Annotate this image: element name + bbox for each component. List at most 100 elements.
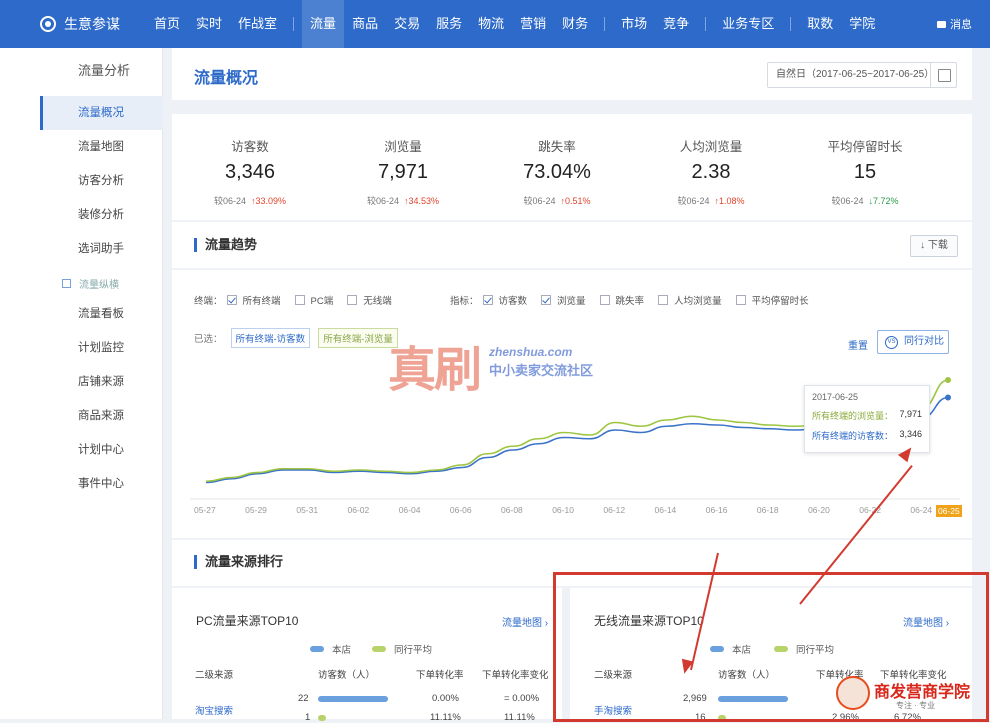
sidebar-item-plan-monitor[interactable]: 计划监控 (40, 331, 163, 365)
kpi-change: 34.53% (408, 196, 440, 206)
checkbox-checked-icon[interactable] (482, 295, 493, 305)
checkbox-icon[interactable] (347, 295, 358, 305)
nav-divider (705, 17, 707, 31)
kpi-compare: 较06-24 ↑0.51% (487, 194, 627, 207)
nav-item-home[interactable]: 首页 (146, 0, 188, 48)
message-button[interactable]: 消息 (937, 16, 972, 32)
x-tick-label: 05-31 (296, 505, 319, 515)
sidebar-item-keyword-helper[interactable]: 选词助手 (40, 232, 163, 266)
sources-section-title: 流量来源排行 (194, 555, 283, 569)
nav-item-data[interactable]: 取数 (799, 0, 841, 48)
checkbox-icon[interactable] (658, 295, 669, 305)
checkbox-checked-icon[interactable] (226, 295, 237, 305)
app-logo[interactable]: 生意参谋 (40, 14, 120, 34)
sidebar-item-plan-center[interactable]: 计划中心 (40, 433, 163, 467)
x-tick-label: 06-24 (910, 505, 933, 515)
nav-item-traffic[interactable]: 流量 (302, 0, 345, 48)
sidebar-group-label: 流量纵横 (79, 280, 119, 291)
x-tick-label: 06-08 (501, 505, 523, 515)
kpi-label: 平均停留时长 (827, 140, 903, 154)
calendar-icon[interactable] (930, 63, 956, 87)
metric-option-avg-pageviews[interactable]: 人均浏览量 (658, 293, 722, 307)
sidebar-item-event-center[interactable]: 事件中心 (40, 467, 163, 501)
pc-legend-own: 本店 (310, 642, 351, 656)
x-tick-label: 06-20 (808, 505, 830, 515)
metric-option-bounce[interactable]: 跳失率 (599, 293, 644, 307)
pc-row-rate: 0.00% (432, 693, 459, 704)
watermark-logo: 真刷 (388, 342, 482, 398)
metric-option-pageviews[interactable]: 浏览量 (541, 293, 586, 307)
sidebar-item-visitor-analysis[interactable]: 访客分析 (40, 164, 163, 198)
series-point-1[interactable] (945, 377, 951, 383)
sidebar: 流量分析 流量概况 流量地图 访客分析 装修分析 选词助手 流量纵横 流量看板 … (0, 48, 163, 719)
kpi-pageviews: 浏览量 7,971 较06-24 ↑34.53% (333, 136, 473, 207)
nav-item-realtime[interactable]: 实时 (188, 0, 230, 48)
metric-option-avg-duration[interactable]: 平均停留时长 (735, 293, 809, 307)
kpi-compare: 较06-24 ↑1.08% (641, 194, 781, 207)
download-label: 下载 (927, 240, 948, 251)
x-tick-label: 06-16 (705, 505, 728, 515)
nav-item-trade[interactable]: 交易 (386, 0, 428, 48)
sidebar-item-overview[interactable]: 流量概况 (40, 96, 163, 130)
pc-row-visitors: 22 (298, 693, 309, 704)
checkbox-checked-icon[interactable] (541, 295, 552, 305)
message-icon (937, 20, 946, 28)
nav-item-service[interactable]: 服务 (428, 0, 470, 48)
terminal-option-pc[interactable]: PC端 (294, 293, 334, 307)
tooltip-row-visitors: 所有终端的访客数： 3,346 (812, 429, 922, 442)
option-label: 所有终端 (242, 296, 281, 307)
option-label: PC端 (310, 296, 334, 307)
kpi-value: 15 (853, 161, 877, 183)
terminal-filter: 终端： 所有终端 PC端 无线端 (194, 293, 406, 307)
terminal-option-all[interactable]: 所有终端 (226, 293, 281, 307)
compass-icon (40, 16, 56, 32)
nav-item-marketing[interactable]: 营销 (512, 0, 554, 48)
nav-item-academy[interactable]: 学院 (841, 0, 883, 48)
nav-item-warroom[interactable]: 作战室 (230, 0, 285, 48)
selected-tag-visitors[interactable]: 所有终端-访客数 (230, 328, 311, 348)
checkbox-icon[interactable] (599, 295, 610, 305)
top-nav: 生意参谋 首页 实时 作战室 流量 商品 交易 服务 物流 营销 财务 市场 竞… (0, 0, 990, 48)
x-tick-label: 05-27 (194, 505, 216, 515)
sidebar-item-decoration-analysis[interactable]: 装修分析 (40, 198, 163, 232)
nav-item-logistics[interactable]: 物流 (470, 0, 512, 48)
checkbox-icon[interactable] (735, 295, 746, 305)
download-button[interactable]: ↓ 下载 (910, 235, 958, 257)
metric-option-visitors[interactable]: 访客数 (482, 293, 527, 307)
option-label: 人均浏览量 (674, 296, 722, 307)
date-range-picker[interactable]: 自然日（2017-06-25~2017-06-25） (767, 62, 957, 88)
kpi-bounce-rate: 跳失率 73.04% 较06-24 ↑0.51% (487, 136, 627, 207)
peer-compare-button[interactable]: VS 同行对比 (877, 330, 949, 354)
nav-divider (790, 17, 792, 31)
reset-link[interactable]: 重置 (848, 337, 868, 352)
badge-subtitle: 专注 · 专业 (896, 701, 936, 710)
checkbox-icon[interactable] (294, 295, 305, 305)
nav-item-finance[interactable]: 财务 (554, 0, 596, 48)
sidebar-item-shop-source[interactable]: 店铺来源 (40, 365, 163, 399)
trend-section-title: 流量趋势 (194, 238, 257, 252)
tooltip-row-pageviews: 所有终端的浏览量： 7,971 (812, 409, 922, 422)
date-range-text: 自然日（2017-06-25~2017-06-25） (776, 69, 935, 80)
nav-item-market[interactable]: 市场 (613, 0, 655, 48)
option-label: 无线端 (363, 296, 392, 307)
link-label: 流量地图 (502, 618, 542, 629)
terminal-option-mobile[interactable]: 无线端 (347, 293, 392, 307)
pc-traffic-map-link[interactable]: 流量地图 › (502, 614, 548, 629)
sidebar-item-product-source[interactable]: 商品来源 (40, 399, 163, 433)
legend-swatch (310, 646, 324, 652)
vs-icon: VS (885, 336, 898, 349)
nav-item-business[interactable]: 业务专区 (714, 0, 782, 48)
chevron-right-icon: › (542, 618, 549, 629)
kpi-avg-duration: 平均停留时长 15 较06-24 ↓7.72% (795, 136, 935, 207)
pc-row-source[interactable]: 淘宝搜索 (195, 703, 233, 717)
sidebar-item-dashboard[interactable]: 流量看板 (40, 297, 163, 331)
nav-item-product[interactable]: 商品 (344, 0, 386, 48)
badge-logo-icon (836, 676, 870, 710)
flat-icon: = (504, 693, 513, 704)
nav-item-compete[interactable]: 竞争 (655, 0, 697, 48)
series-point-0[interactable] (945, 394, 951, 401)
tooltip-value: 3,346 (899, 429, 922, 439)
sidebar-item-traffic-map[interactable]: 流量地图 (40, 130, 163, 164)
pc-row2-rate-change: 11.11% (504, 712, 535, 723)
selected-tag-pageviews[interactable]: 所有终端-浏览量 (318, 328, 398, 348)
